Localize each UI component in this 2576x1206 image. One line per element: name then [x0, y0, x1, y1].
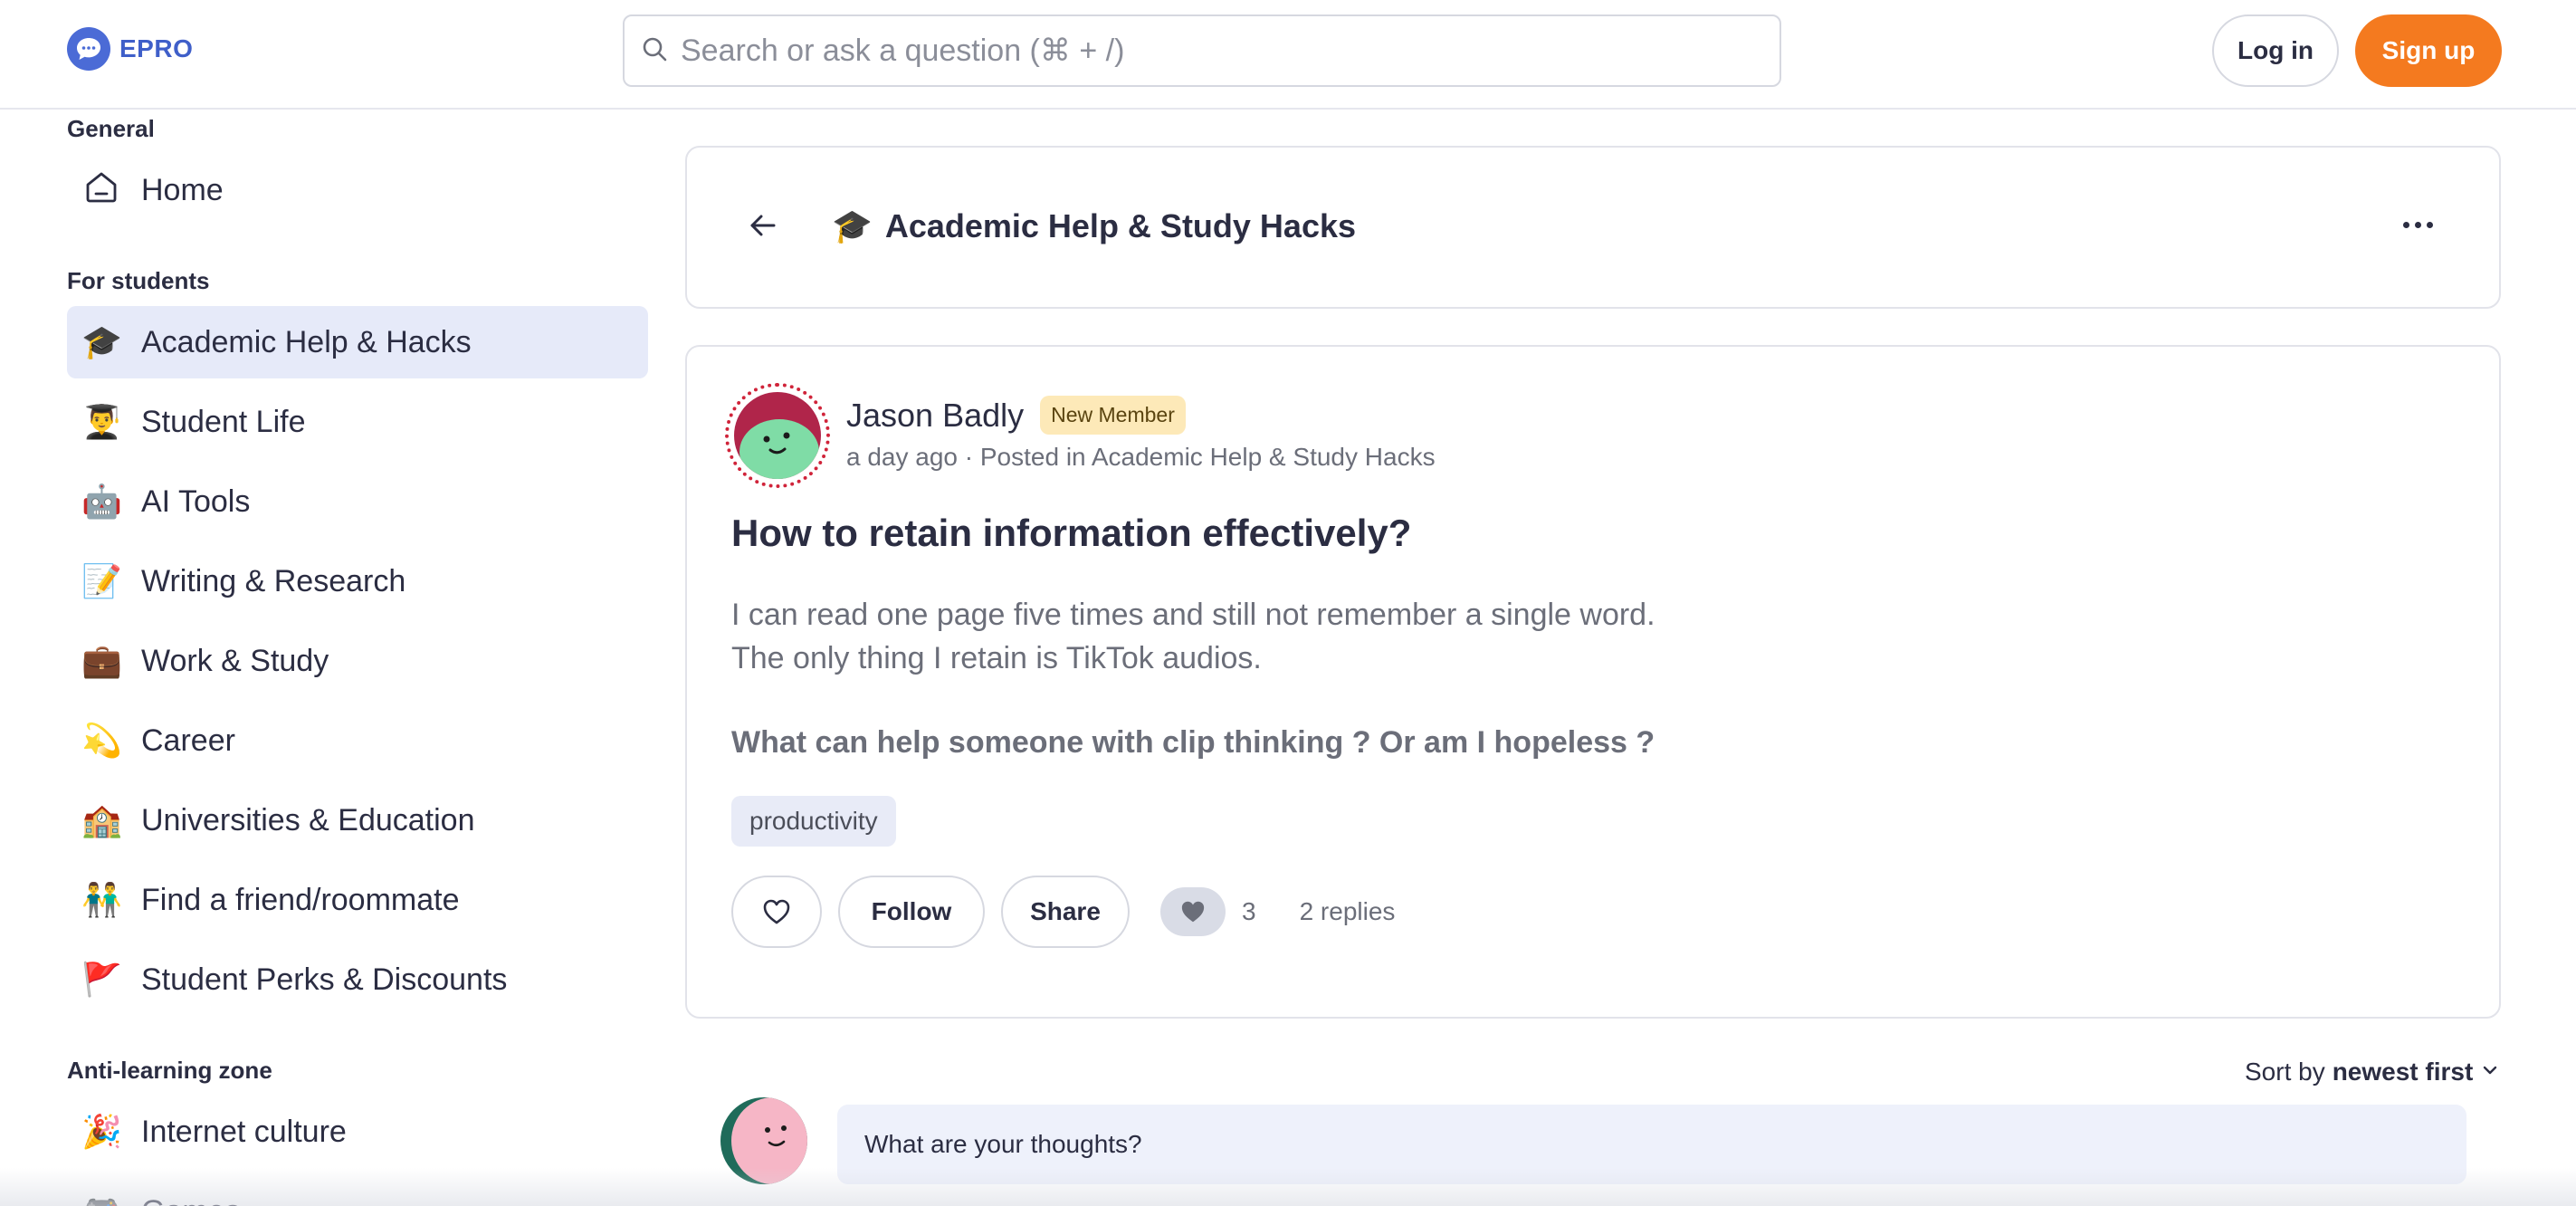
topic-title: 🎓 Academic Help & Study Hacks — [832, 207, 1356, 245]
member-badge: New Member — [1040, 396, 1186, 435]
post-body: I can read one page five times and still… — [731, 593, 1655, 680]
more-options-icon[interactable] — [2403, 222, 2433, 228]
topic-header-card: 🎓 Academic Help & Study Hacks — [685, 146, 2501, 309]
dizzy-star-icon: 💫 — [81, 722, 122, 759]
game-controller-icon: 🎮 — [81, 1192, 122, 1206]
post-actions: Follow Share 3 2 replies — [731, 876, 1395, 948]
share-button[interactable]: Share — [1001, 876, 1130, 948]
tag-chip[interactable]: productivity — [731, 796, 896, 847]
sidebar-item-perks[interactable]: 🚩 Student Perks & Discounts — [67, 943, 648, 1016]
sidebar-heading-students: For students — [67, 267, 210, 294]
heart-filled-icon — [1160, 887, 1226, 936]
sort-value: newest first — [2332, 1058, 2474, 1086]
sidebar-item-label: Writing & Research — [141, 563, 406, 598]
sidebar-item-label: Universities & Education — [141, 802, 475, 838]
topic-title-text: Academic Help & Study Hacks — [884, 207, 1357, 244]
red-flag-icon: 🚩 — [81, 961, 122, 998]
sort-prefix: Sort by — [2245, 1058, 2325, 1086]
post-question: What can help someone with clip thinking… — [731, 725, 1655, 760]
memo-icon: 📝 — [81, 562, 122, 599]
author-line: Jason Badly New Member — [846, 396, 1186, 435]
chevron-down-icon — [2480, 1058, 2500, 1086]
briefcase-icon: 💼 — [81, 642, 122, 679]
sidebar-item-label: Home — [141, 172, 224, 207]
sidebar-item-label: Work & Study — [141, 643, 329, 678]
search-icon — [641, 35, 668, 67]
sidebar-item-label: AI Tools — [141, 483, 251, 519]
logo-text: EPRO — [119, 34, 194, 62]
sort-dropdown[interactable]: Sort by newest first — [2245, 1058, 2500, 1086]
search-bar[interactable] — [623, 14, 1781, 87]
current-user-avatar — [720, 1097, 807, 1184]
sidebar-item-ai-tools[interactable]: 🤖 AI Tools — [67, 465, 648, 538]
sidebar-item-label: Career — [141, 723, 235, 758]
sidebar-item-label: Find a friend/roommate — [141, 882, 460, 917]
two-people-icon: 👬 — [81, 881, 122, 918]
back-arrow-icon[interactable] — [747, 209, 779, 246]
chat-bubble-icon — [67, 27, 110, 71]
sidebar-item-label: Student Perks & Discounts — [141, 962, 508, 997]
sidebar-heading-anti-learning: Anti-learning zone — [67, 1057, 272, 1084]
graduation-cap-icon: 🎓 — [81, 323, 122, 360]
author-avatar[interactable] — [725, 383, 830, 488]
sidebar-item-games[interactable]: 🎮 Games — [67, 1175, 648, 1206]
sidebar-item-find-friend[interactable]: 👬 Find a friend/roommate — [67, 864, 648, 936]
author-name[interactable]: Jason Badly — [846, 397, 1024, 435]
sidebar-item-label: Games — [141, 1194, 241, 1206]
like-count: 3 — [1242, 897, 1256, 925]
student-icon: 👨‍🎓 — [81, 403, 122, 440]
sidebar-item-home[interactable]: Home — [67, 154, 648, 226]
school-icon: 🏫 — [81, 801, 122, 838]
graduation-cap-icon: 🎓 — [832, 207, 873, 244]
search-input[interactable] — [681, 33, 1749, 69]
like-button[interactable] — [731, 876, 822, 948]
sidebar-item-work-study[interactable]: 💼 Work & Study — [67, 625, 648, 697]
heart-outline-icon — [763, 899, 790, 924]
home-icon — [81, 168, 121, 214]
sidebar-item-label: Academic Help & Hacks — [141, 324, 472, 359]
sidebar: General Home For students 🎓 Academic Hel… — [0, 110, 670, 1206]
reply-composer[interactable] — [837, 1105, 2466, 1184]
robot-icon: 🤖 — [81, 483, 122, 520]
signup-button[interactable]: Sign up — [2355, 14, 2502, 87]
reply-input[interactable] — [864, 1130, 2403, 1159]
sidebar-item-career[interactable]: 💫 Career — [67, 704, 648, 777]
follow-button[interactable]: Follow — [838, 876, 985, 948]
post-card: Jason Badly New Member a day ago · Poste… — [685, 345, 2501, 1019]
sidebar-item-universities[interactable]: 🏫 Universities & Education — [67, 784, 648, 857]
post-body-line: The only thing I retain is TikTok audios… — [731, 641, 1262, 675]
post-meta: a day ago · Posted in Academic Help & St… — [846, 443, 1436, 471]
sidebar-item-label: Student Life — [141, 404, 306, 439]
party-popper-icon: 🎉 — [81, 1113, 122, 1150]
login-button[interactable]: Log in — [2212, 14, 2339, 87]
logo[interactable]: EPRO — [67, 27, 193, 71]
sidebar-item-internet-culture[interactable]: 🎉 Internet culture — [67, 1096, 648, 1168]
reaction-summary[interactable]: 3 — [1160, 887, 1256, 936]
sidebar-item-student-life[interactable]: 👨‍🎓 Student Life — [67, 386, 648, 458]
sidebar-item-writing-research[interactable]: 📝 Writing & Research — [67, 545, 648, 617]
post-title: How to retain information effectively? — [731, 512, 1412, 554]
reply-count[interactable]: 2 replies — [1300, 897, 1396, 926]
post-body-line: I can read one page five times and still… — [731, 598, 1655, 632]
sidebar-item-academic-help[interactable]: 🎓 Academic Help & Hacks — [67, 306, 648, 378]
sidebar-item-label: Internet culture — [141, 1114, 347, 1149]
sidebar-heading-general: General — [67, 115, 155, 142]
top-header: EPRO Log in Sign up — [0, 0, 2576, 110]
